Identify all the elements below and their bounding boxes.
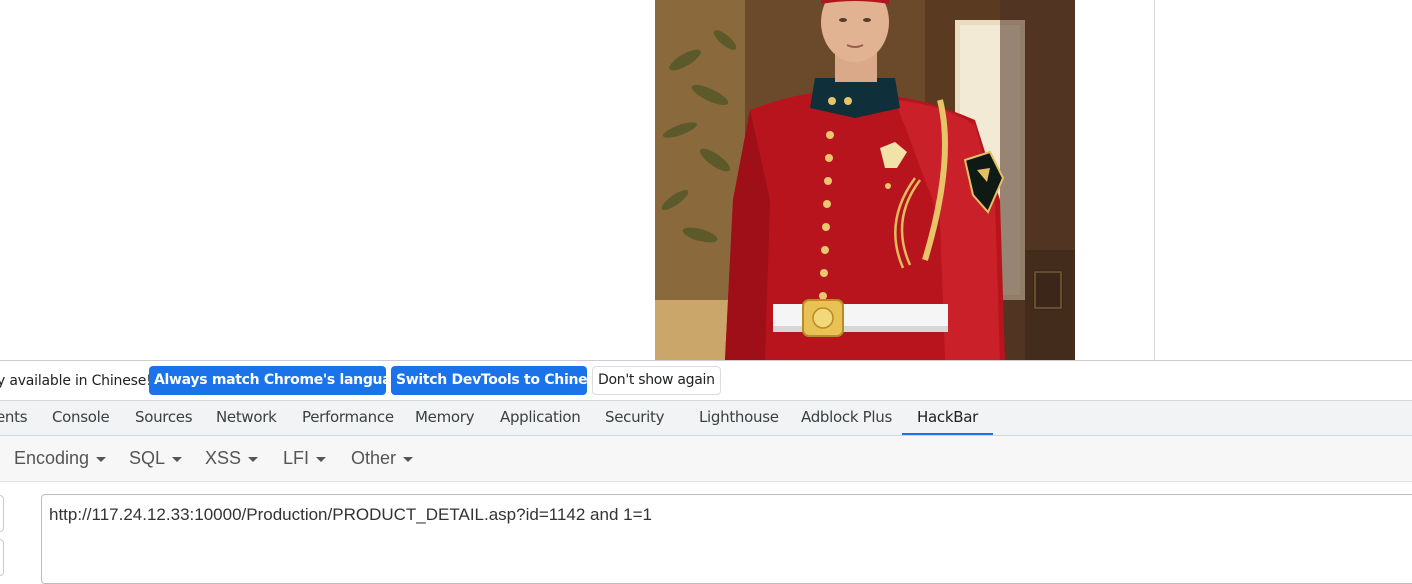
switch-devtools-chinese-button[interactable]: Switch DevTools to Chinese: [391, 366, 605, 395]
caret-down-icon: [172, 456, 183, 462]
tab-memory[interactable]: Memory: [415, 401, 475, 435]
dont-show-again-button[interactable]: Don't show again: [592, 366, 721, 395]
infobar-message: y available in Chinese!: [0, 373, 152, 389]
content-divider: [1154, 0, 1155, 360]
language-infobar: y available in Chinese! Always match Chr…: [0, 361, 1412, 401]
other-menu-label: Other: [351, 448, 397, 468]
split-url-button[interactable]: [0, 539, 4, 576]
caret-down-icon: [248, 456, 259, 462]
xss-menu[interactable]: XSS: [205, 436, 259, 481]
tab-security[interactable]: Security: [605, 401, 665, 435]
tab-performance[interactable]: Performance: [302, 401, 394, 435]
sql-menu[interactable]: SQL: [129, 436, 183, 481]
hackbar-body: http://117.24.12.33:10000/Production/PRO…: [0, 482, 1412, 584]
lfi-menu[interactable]: LFI: [283, 436, 327, 481]
tab-lighthouse[interactable]: Lighthouse: [699, 401, 779, 435]
other-menu[interactable]: Other: [351, 436, 414, 481]
url-value: http://117.24.12.33:10000/Production/PRO…: [49, 505, 652, 524]
tab-application[interactable]: Application: [500, 401, 581, 435]
encoding-menu-label: Encoding: [14, 448, 90, 468]
load-url-button[interactable]: [0, 495, 4, 532]
product-image: [655, 0, 1075, 360]
tab-sources[interactable]: Sources: [135, 401, 193, 435]
always-match-language-button[interactable]: Always match Chrome's language: [149, 366, 411, 395]
tab-console[interactable]: Console: [52, 401, 110, 435]
tab-hackbar[interactable]: HackBar: [902, 401, 993, 435]
url-textarea[interactable]: http://117.24.12.33:10000/Production/PRO…: [41, 494, 1412, 584]
xss-menu-label: XSS: [205, 448, 242, 468]
lfi-menu-label: LFI: [283, 448, 310, 468]
sql-menu-label: SQL: [129, 448, 166, 468]
tab-elements[interactable]: ents: [0, 401, 28, 435]
devtools-tab-bar: ents Console Sources Network Performance…: [0, 401, 1412, 436]
hackbar-toolbar: Encoding SQL XSS LFI Other: [0, 436, 1412, 482]
devtools-panel: y available in Chinese! Always match Chr…: [0, 360, 1412, 584]
tab-network[interactable]: Network: [216, 401, 277, 435]
caret-down-icon: [316, 456, 327, 462]
caret-down-icon: [403, 456, 414, 462]
page-viewport: [0, 0, 1412, 360]
encoding-menu[interactable]: Encoding: [14, 436, 107, 481]
caret-down-icon: [96, 456, 107, 462]
tab-adblock-plus[interactable]: Adblock Plus: [801, 401, 892, 435]
